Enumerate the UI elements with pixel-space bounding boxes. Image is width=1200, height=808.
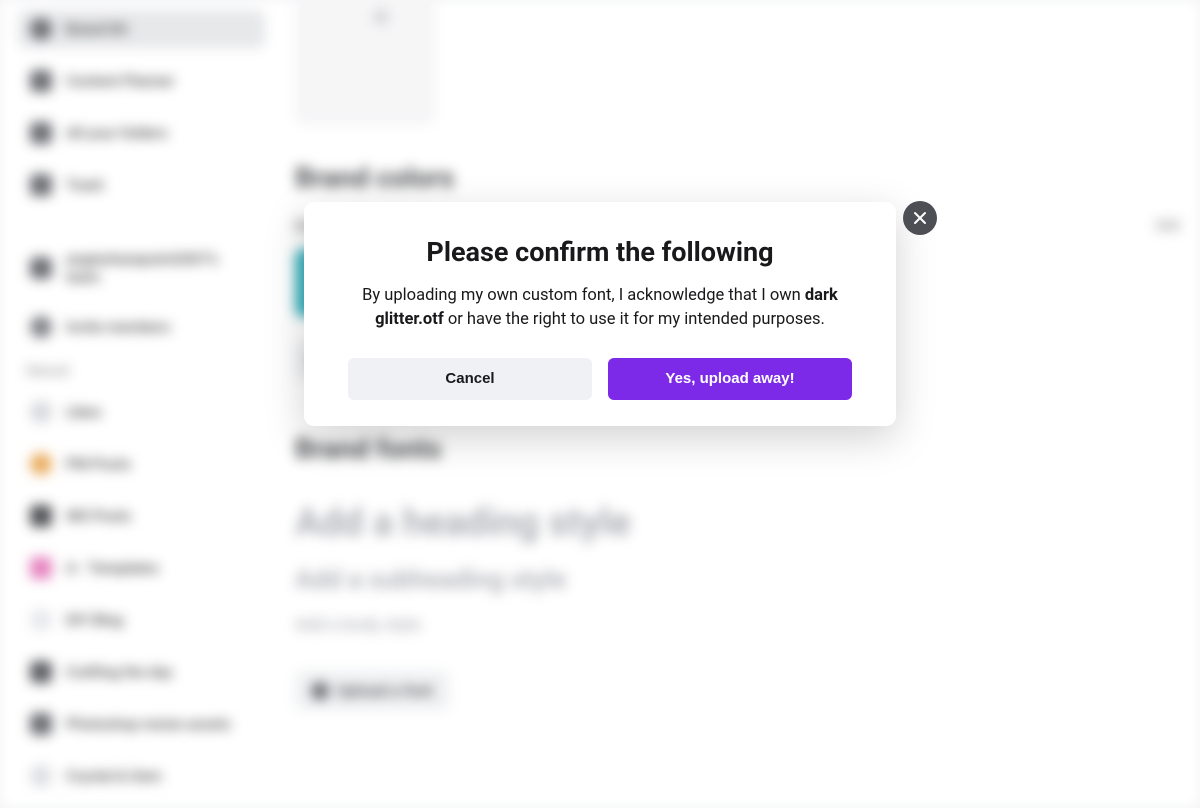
confirm-upload-modal: Please confirm the following By uploadin… <box>304 202 896 426</box>
modal-body-post: or have the right to use it for my inten… <box>444 310 825 329</box>
close-icon <box>913 211 927 225</box>
modal-actions: Cancel Yes, upload away! <box>348 358 852 400</box>
modal-body-pre: By uploading my own custom font, I ackno… <box>362 286 805 305</box>
close-button[interactable] <box>903 201 937 235</box>
confirm-button[interactable]: Yes, upload away! <box>608 358 852 400</box>
modal-title: Please confirm the following <box>348 236 852 268</box>
modal-body: By uploading my own custom font, I ackno… <box>348 284 852 332</box>
modal-overlay: Please confirm the following By uploadin… <box>0 0 1200 808</box>
cancel-button[interactable]: Cancel <box>348 358 592 400</box>
